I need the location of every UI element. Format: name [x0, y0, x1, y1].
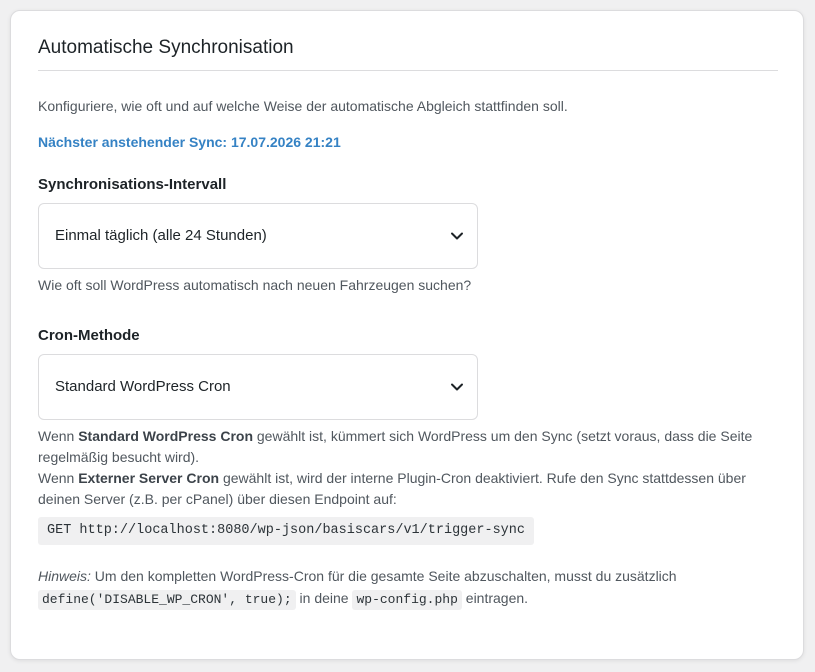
cron-option-standard-name: Standard WordPress Cron — [78, 428, 253, 444]
next-sync-info: Nächster anstehender Sync: 17.07.2026 21… — [38, 133, 776, 151]
title-divider — [38, 70, 778, 71]
hint-code-config-file: wp-config.php — [352, 590, 462, 610]
next-sync-value: 17.07.2026 21:21 — [230, 134, 341, 150]
cron-method-selected-value: Standard WordPress Cron — [55, 378, 231, 395]
chevron-down-icon — [451, 232, 463, 240]
sync-settings-card: Automatische Synchronisation Konfigurier… — [10, 10, 804, 660]
interval-select[interactable]: Einmal täglich (alle 24 Stunden) — [38, 203, 478, 269]
cron-method-select[interactable]: Standard WordPress Cron — [38, 354, 478, 420]
interval-label: Synchronisations-Intervall — [38, 176, 227, 193]
cron-method-label: Cron-Methode — [38, 327, 140, 344]
section-intro: Konfiguriere, wie oft und auf welche Wei… — [38, 98, 568, 114]
hint-note: Hinweis: Um den kompletten WordPress-Cro… — [38, 565, 776, 610]
next-sync-label: Nächster anstehender Sync: — [38, 134, 228, 150]
cron-method-help: Wenn Standard WordPress Cron gewählt ist… — [38, 426, 776, 510]
endpoint-code: GET http://localhost:8080/wp-json/basisc… — [38, 517, 534, 545]
interval-selected-value: Einmal täglich (alle 24 Stunden) — [55, 227, 267, 244]
chevron-down-icon — [451, 383, 463, 391]
cron-option-external-name: Externer Server Cron — [78, 470, 220, 486]
section-title: Automatische Synchronisation — [38, 37, 294, 58]
cron-help-standard: Wenn Standard WordPress Cron gewählt ist… — [38, 428, 753, 465]
interval-help: Wie oft soll WordPress automatisch nach … — [38, 277, 472, 293]
hint-label: Hinweis: — [38, 568, 91, 584]
cron-help-external: Wenn Externer Server Cron gewählt ist, w… — [38, 470, 746, 507]
hint-code-define: define('DISABLE_WP_CRON', true); — [38, 590, 296, 610]
